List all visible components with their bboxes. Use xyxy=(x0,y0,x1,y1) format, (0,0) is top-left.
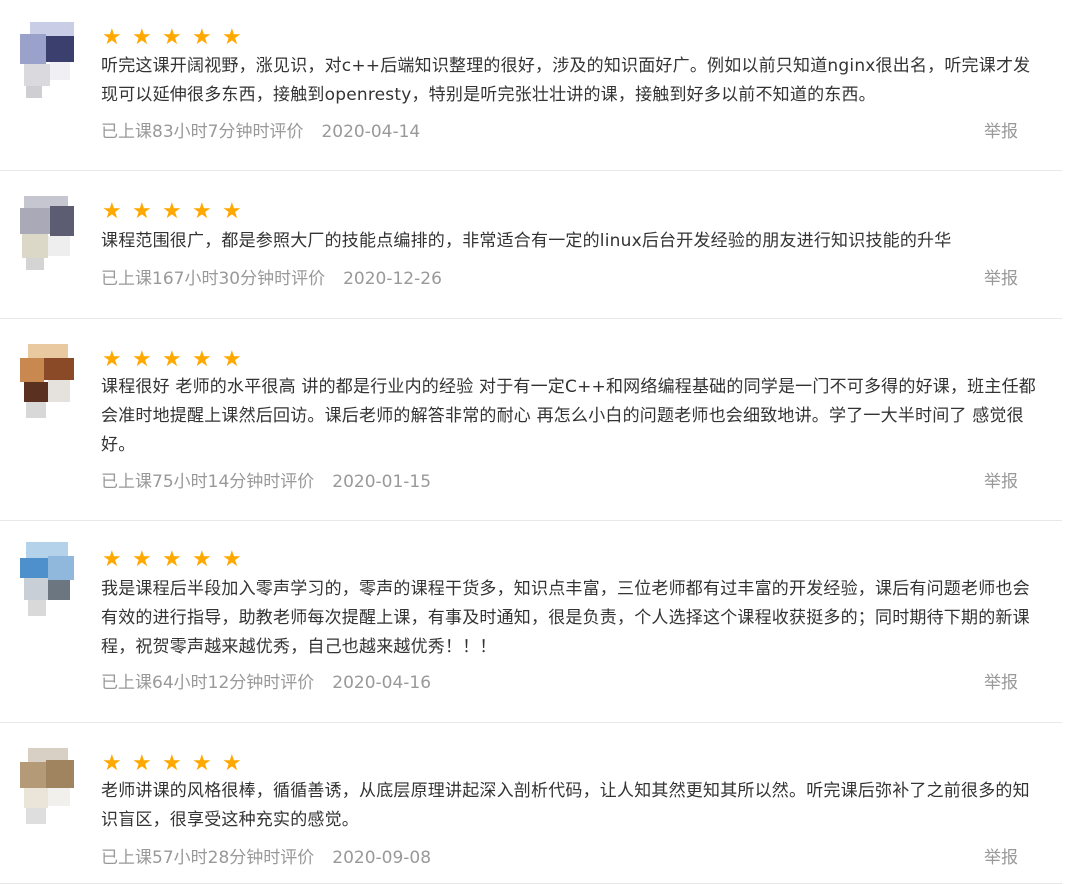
review-text: 听完这课开阔视野，涨见识，对c++后端知识整理的很好，涉及的知识面好广。例如以前… xyxy=(101,56,1031,105)
review-text: 课程很好 老师的水平很高 讲的都是行业内的经验 对于有一定C++和网络编程基础的… xyxy=(101,377,1036,455)
star-rating: ★ ★ ★ ★ ★ xyxy=(102,27,244,49)
star-icon: ★ xyxy=(162,347,182,372)
star-rating: ★ ★ ★ ★ ★ xyxy=(102,349,244,371)
avatar[interactable] xyxy=(20,22,74,102)
star-icon: ★ xyxy=(222,547,242,572)
star-icon: ★ xyxy=(222,751,242,776)
avatar[interactable] xyxy=(20,748,74,828)
review-date: 2020-01-15 xyxy=(332,472,432,492)
star-icon: ★ xyxy=(222,199,242,224)
review-meta: 已上课57小时28分钟时评价 2020-09-08 xyxy=(101,846,431,870)
review-meta: 已上课83小时7分钟时评价 2020-04-14 xyxy=(101,120,420,144)
review-item: ★ ★ ★ ★ ★ 老师讲课的风格很棒，循循善诱，从底层原理讲起深入剖析代码，让… xyxy=(0,722,1062,884)
review-text: 老师讲课的风格很棒，循循善诱，从底层原理讲起深入剖析代码，让人知其然更知其所以然… xyxy=(101,781,1030,830)
star-icon: ★ xyxy=(132,347,152,372)
star-icon: ★ xyxy=(102,547,122,572)
study-time: 已上课64小时12分钟时评价 xyxy=(101,673,315,693)
star-icon: ★ xyxy=(132,199,152,224)
star-icon: ★ xyxy=(102,751,122,776)
star-icon: ★ xyxy=(102,25,122,50)
star-icon: ★ xyxy=(132,547,152,572)
review-text: 我是课程后半段加入零声学习的，零声的课程干货多，知识点丰富，三位老师都有过丰富的… xyxy=(101,579,1030,657)
review-meta: 已上课75小时14分钟时评价 2020-01-15 xyxy=(101,470,431,494)
avatar[interactable] xyxy=(20,542,74,622)
study-time: 已上课57小时28分钟时评价 xyxy=(101,848,315,868)
star-rating: ★ ★ ★ ★ ★ xyxy=(102,753,244,775)
star-icon: ★ xyxy=(222,25,242,50)
review-meta: 已上课167小时30分钟时评价 2020-12-26 xyxy=(101,267,442,291)
review-date: 2020-04-14 xyxy=(321,122,421,142)
star-icon: ★ xyxy=(102,199,122,224)
report-link[interactable]: 举报 xyxy=(984,846,1018,870)
report-link[interactable]: 举报 xyxy=(984,267,1018,291)
study-time: 已上课83小时7分钟时评价 xyxy=(101,122,304,142)
avatar[interactable] xyxy=(20,196,74,276)
review-item: ★ ★ ★ ★ ★ 我是课程后半段加入零声学习的，零声的课程干货多，知识点丰富，… xyxy=(0,520,1062,723)
star-icon: ★ xyxy=(222,347,242,372)
review-item: ★ ★ ★ ★ ★ 课程范围很广，都是参照大厂的技能点编排的，非常适合有一定的l… xyxy=(0,170,1062,319)
review-date: 2020-12-26 xyxy=(343,269,442,289)
star-icon: ★ xyxy=(192,751,212,776)
star-icon: ★ xyxy=(132,25,152,50)
review-date: 2020-04-16 xyxy=(332,673,432,693)
avatar[interactable] xyxy=(20,344,74,424)
star-icon: ★ xyxy=(132,751,152,776)
report-link[interactable]: 举报 xyxy=(984,120,1018,144)
star-icon: ★ xyxy=(162,199,182,224)
star-rating: ★ ★ ★ ★ ★ xyxy=(102,201,244,223)
star-icon: ★ xyxy=(162,751,182,776)
review-date: 2020-09-08 xyxy=(332,848,432,868)
star-icon: ★ xyxy=(162,25,182,50)
star-icon: ★ xyxy=(192,25,212,50)
review-item: ★ ★ ★ ★ ★ 课程很好 老师的水平很高 讲的都是行业内的经验 对于有一定C… xyxy=(0,318,1062,521)
review-text: 课程范围很广，都是参照大厂的技能点编排的，非常适合有一定的linux后台开发经验… xyxy=(101,231,952,251)
star-icon: ★ xyxy=(192,547,212,572)
star-icon: ★ xyxy=(162,547,182,572)
star-rating: ★ ★ ★ ★ ★ xyxy=(102,549,244,571)
star-icon: ★ xyxy=(192,199,212,224)
report-link[interactable]: 举报 xyxy=(984,470,1018,494)
star-icon: ★ xyxy=(192,347,212,372)
report-link[interactable]: 举报 xyxy=(984,671,1018,695)
study-time: 已上课167小时30分钟时评价 xyxy=(101,269,326,289)
review-meta: 已上课64小时12分钟时评价 2020-04-16 xyxy=(101,671,431,695)
study-time: 已上课75小时14分钟时评价 xyxy=(101,472,315,492)
star-icon: ★ xyxy=(102,347,122,372)
review-item: ★ ★ ★ ★ ★ 听完这课开阔视野，涨见识，对c++后端知识整理的很好，涉及的… xyxy=(0,0,1062,171)
